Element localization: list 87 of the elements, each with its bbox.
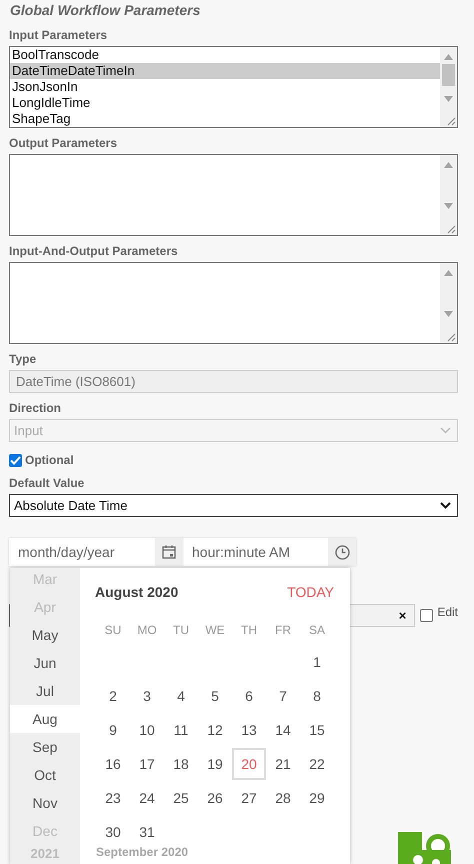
month-item[interactable]: Sep — [10, 733, 80, 761]
day-cell[interactable]: 7 — [266, 679, 300, 713]
scrollbar[interactable] — [440, 263, 457, 343]
scrollbar-thumb[interactable] — [442, 64, 455, 86]
date-input[interactable]: month/day/year — [9, 538, 155, 566]
day-cell[interactable]: 13 — [232, 713, 266, 747]
day-cell[interactable]: 16 — [96, 747, 130, 781]
scroll-down-icon — [444, 96, 453, 102]
clear-button[interactable]: × — [398, 608, 406, 623]
resize-grip-icon — [446, 116, 456, 126]
section-title: Global Workflow Parameters — [9, 1, 200, 20]
field-label: Input Parameters — [9, 27, 108, 43]
scrollbar[interactable] — [440, 155, 457, 235]
day-cell[interactable]: 19 — [198, 747, 232, 781]
scroll-up-icon — [444, 270, 453, 276]
calendar-icon — [162, 545, 176, 559]
month-item[interactable]: Nov — [10, 789, 80, 817]
day-cell[interactable]: 18 — [164, 747, 198, 781]
edit-checkbox[interactable] — [420, 609, 434, 622]
month-item[interactable]: Aug — [10, 705, 80, 733]
scrollbar[interactable] — [440, 47, 457, 127]
list-item[interactable]: DateTimeDateTimeIn — [10, 63, 440, 79]
day-cell[interactable]: 9 — [96, 713, 130, 747]
field-label: Output Parameters — [9, 135, 118, 151]
day-cell[interactable]: 1 — [300, 645, 334, 679]
day-cell[interactable]: 27 — [232, 781, 266, 815]
day-cell[interactable]: 29 — [300, 781, 334, 815]
day-cell[interactable]: 24 — [130, 781, 164, 815]
day-cell[interactable]: 8 — [300, 679, 334, 713]
day-cell[interactable]: 11 — [164, 713, 198, 747]
scroll-up-icon — [444, 54, 453, 60]
default-value-dropdown[interactable]: Absolute Date Time — [9, 494, 458, 517]
day-cell[interactable]: 26 — [198, 781, 232, 815]
weekday-label: WE — [204, 622, 226, 639]
chevron-down-icon — [440, 502, 451, 509]
month-item[interactable]: Jul — [10, 677, 80, 705]
weekday-label: TU — [172, 622, 190, 639]
field-label: Default Value — [9, 475, 84, 491]
calendar-button[interactable] — [155, 538, 183, 566]
list-item[interactable]: JsonJsonIn — [10, 79, 440, 95]
day-cell[interactable]: 2 — [96, 679, 130, 713]
type-field: DateTime (ISO8601) — [9, 370, 458, 393]
field-label: Input-And-Output Parameters — [9, 243, 178, 259]
scroll-down-icon — [444, 311, 453, 317]
weekday-label: FR — [274, 622, 292, 639]
checkbox-label: Optional — [25, 453, 74, 467]
day-cell[interactable]: 21 — [266, 747, 300, 781]
day-cell[interactable]: 15 — [300, 713, 334, 747]
day-cell[interactable]: 25 — [164, 781, 198, 815]
scroll-up-icon — [444, 162, 453, 168]
month-item[interactable]: Oct — [10, 761, 80, 789]
field-label: Type — [9, 351, 36, 367]
weekday-label: MO — [136, 622, 158, 639]
parameter-listbox[interactable]: BoolTranscode DateTimeDateTimeIn JsonJsonIn LongIdleTime ShapeTag — [9, 46, 458, 128]
resize-grip-icon — [446, 224, 456, 234]
day-cell[interactable]: 17 — [130, 747, 164, 781]
checkmark-icon — [10, 456, 21, 464]
time-input[interactable]: hour:minute AM — [184, 538, 328, 566]
list-item[interactable]: BoolTranscode — [10, 47, 440, 63]
parameter-listbox[interactable] — [9, 154, 458, 236]
field-label: Direction — [9, 400, 62, 416]
parameter-listbox[interactable] — [9, 262, 458, 344]
day-cell[interactable]: 12 — [198, 713, 232, 747]
day-cell[interactable]: 5 — [198, 679, 232, 713]
clock-button[interactable] — [328, 538, 356, 566]
day-cell[interactable]: 10 — [130, 713, 164, 747]
month-item[interactable]: May — [10, 621, 80, 649]
day-cell[interactable]: 23 — [96, 781, 130, 815]
scroll-down-icon — [444, 203, 453, 209]
weekday-label: TH — [240, 622, 258, 639]
weekday-label: SA — [308, 622, 326, 639]
day-cell[interactable]: 4 — [164, 679, 198, 713]
day-cell[interactable]: 28 — [266, 781, 300, 815]
list-item[interactable]: ShapeTag — [10, 111, 440, 127]
day-cell[interactable]: 6 — [232, 679, 266, 713]
month-title: August 2020 — [95, 583, 178, 602]
chevron-down-icon — [440, 427, 451, 434]
resize-grip-icon — [446, 332, 456, 342]
month-item[interactable]: Jun — [10, 649, 80, 677]
day-cell[interactable]: 3 — [130, 679, 164, 713]
day-cell[interactable]: 14 — [266, 713, 300, 747]
day-cell[interactable]: 22 — [300, 747, 334, 781]
optional-checkbox[interactable] — [9, 454, 22, 466]
weekday-label: SU — [104, 622, 122, 639]
clock-icon — [334, 544, 350, 560]
checkbox-label: Edit — [437, 604, 458, 618]
list-item[interactable]: LongIdleTime — [10, 95, 440, 111]
